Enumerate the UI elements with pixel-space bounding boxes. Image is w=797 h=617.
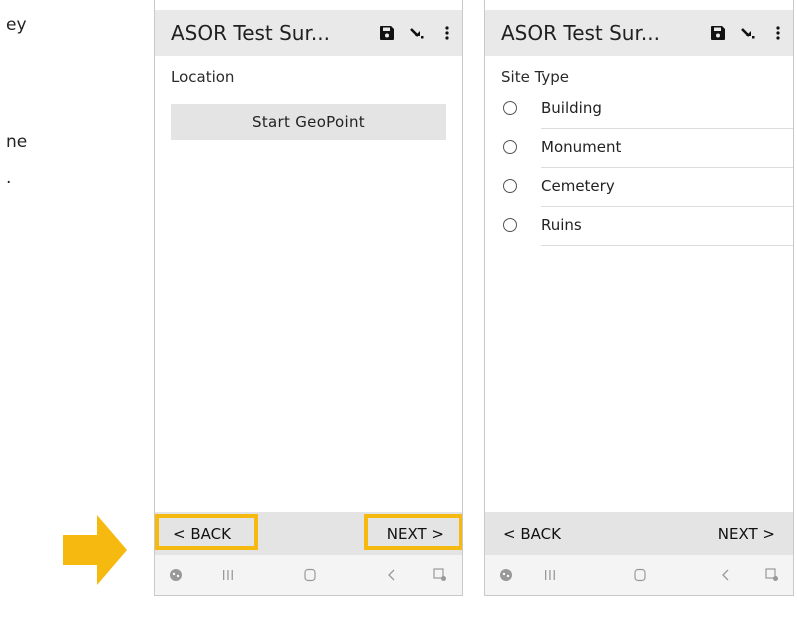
start-geopoint-button[interactable]: Start GeoPoint bbox=[171, 104, 446, 140]
next-button[interactable]: NEXT > bbox=[714, 521, 779, 547]
save-icon[interactable] bbox=[703, 18, 733, 48]
form-content: Site Type Building Monument Cemetery Rui… bbox=[485, 56, 793, 512]
divider bbox=[541, 245, 793, 246]
radio-unchecked-icon[interactable] bbox=[503, 218, 517, 232]
option-label: Building bbox=[541, 99, 602, 117]
radio-unchecked-icon[interactable] bbox=[503, 179, 517, 193]
more-vert-icon[interactable] bbox=[432, 18, 462, 48]
recents-icon[interactable] bbox=[541, 566, 559, 584]
back-icon[interactable] bbox=[383, 566, 401, 584]
site-type-options: Building Monument Cemetery Ruins bbox=[485, 90, 793, 246]
form-content: Location Start GeoPoint bbox=[155, 56, 462, 512]
form-title: ASOR Test Sur... bbox=[171, 21, 330, 45]
radio-unchecked-icon[interactable] bbox=[503, 140, 517, 154]
cropped-text-line: ne bbox=[6, 132, 28, 152]
cropped-text-line: ey bbox=[6, 15, 27, 35]
option-building[interactable]: Building bbox=[485, 90, 793, 129]
save-icon[interactable] bbox=[372, 18, 402, 48]
option-ruins[interactable]: Ruins bbox=[485, 207, 793, 246]
field-label: Location bbox=[171, 68, 235, 86]
next-button[interactable]: NEXT > bbox=[383, 521, 448, 547]
system-nav-bar bbox=[155, 555, 462, 595]
radio-unchecked-icon[interactable] bbox=[503, 101, 517, 115]
option-label: Ruins bbox=[541, 216, 582, 234]
app-bar: ASOR Test Sur... bbox=[155, 10, 462, 56]
back-button[interactable]: < BACK bbox=[169, 521, 235, 547]
jump-icon[interactable] bbox=[402, 18, 432, 48]
cropped-text-line: . bbox=[6, 168, 12, 188]
app-bar: ASOR Test Sur... bbox=[485, 10, 793, 56]
back-button[interactable]: < BACK bbox=[499, 521, 565, 547]
option-monument[interactable]: Monument bbox=[485, 129, 793, 168]
option-label: Monument bbox=[541, 138, 622, 156]
more-vert-icon[interactable] bbox=[763, 18, 793, 48]
option-label: Cemetery bbox=[541, 177, 615, 195]
screenshot-icon[interactable] bbox=[431, 566, 449, 584]
field-label: Site Type bbox=[501, 68, 570, 86]
form-nav-bar: < BACK NEXT > bbox=[485, 512, 793, 555]
pointer-arrow-icon bbox=[63, 515, 127, 585]
form-title: ASOR Test Sur... bbox=[501, 21, 660, 45]
cropped-paragraph: ey ne . bbox=[0, 0, 60, 617]
home-icon[interactable] bbox=[631, 566, 649, 584]
form-nav-bar: < BACK NEXT > bbox=[155, 512, 462, 555]
system-nav-bar bbox=[485, 555, 793, 595]
phone-screen-location: ASOR Test Sur... Location Start GeoPoint… bbox=[154, 0, 463, 596]
phone-screen-site-type: ASOR Test Sur... Site Type Building Monu… bbox=[484, 0, 794, 596]
screenshot-icon[interactable] bbox=[763, 566, 781, 584]
assistant-icon[interactable] bbox=[167, 566, 185, 584]
recents-icon[interactable] bbox=[219, 566, 237, 584]
option-cemetery[interactable]: Cemetery bbox=[485, 168, 793, 207]
jump-icon[interactable] bbox=[733, 18, 763, 48]
back-icon[interactable] bbox=[717, 566, 735, 584]
home-icon[interactable] bbox=[301, 566, 319, 584]
assistant-icon[interactable] bbox=[497, 566, 515, 584]
